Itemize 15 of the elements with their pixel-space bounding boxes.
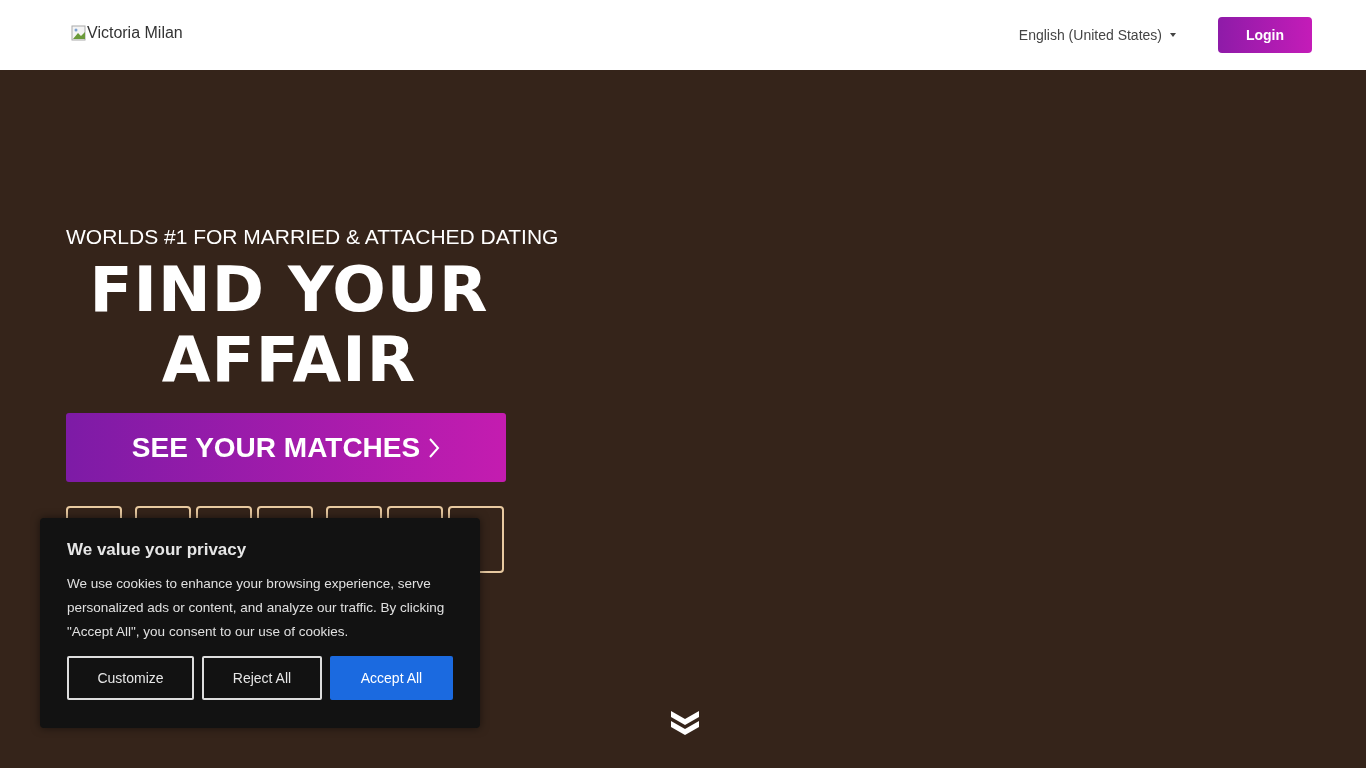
broken-image-icon bbox=[71, 25, 87, 41]
headline: FIND YOUR AFFAIR bbox=[88, 255, 490, 395]
cookie-text: We use cookies to enhance your browsing experience, serve personalized ads or content, and analyze our traffic. By clicking "Accept All", you consent to our use of cookies. bbox=[67, 575, 446, 641]
accept-button[interactable]: Accept All bbox=[330, 656, 453, 700]
logo-alt-text[interactable]: Victoria Milan bbox=[87, 24, 183, 42]
tagline: WORLDS #1 FOR MARRIED & ATTACHED DATING bbox=[66, 225, 560, 249]
language-selector[interactable]: English (United States) bbox=[1018, 27, 1176, 43]
cookie-option-button[interactable]: Reject All bbox=[202, 656, 322, 700]
caret-icon bbox=[1170, 33, 1176, 37]
cookie-title: We value your privacy bbox=[67, 540, 248, 560]
cookie-option-button[interactable]: Customize bbox=[67, 656, 194, 700]
see-matches-button[interactable]: SEE YOUR MATCHES bbox=[66, 413, 506, 482]
double-chevron-down-icon[interactable] bbox=[670, 708, 700, 738]
chevron-right-icon bbox=[428, 436, 441, 459]
login-button[interactable]: Login bbox=[1218, 17, 1312, 53]
